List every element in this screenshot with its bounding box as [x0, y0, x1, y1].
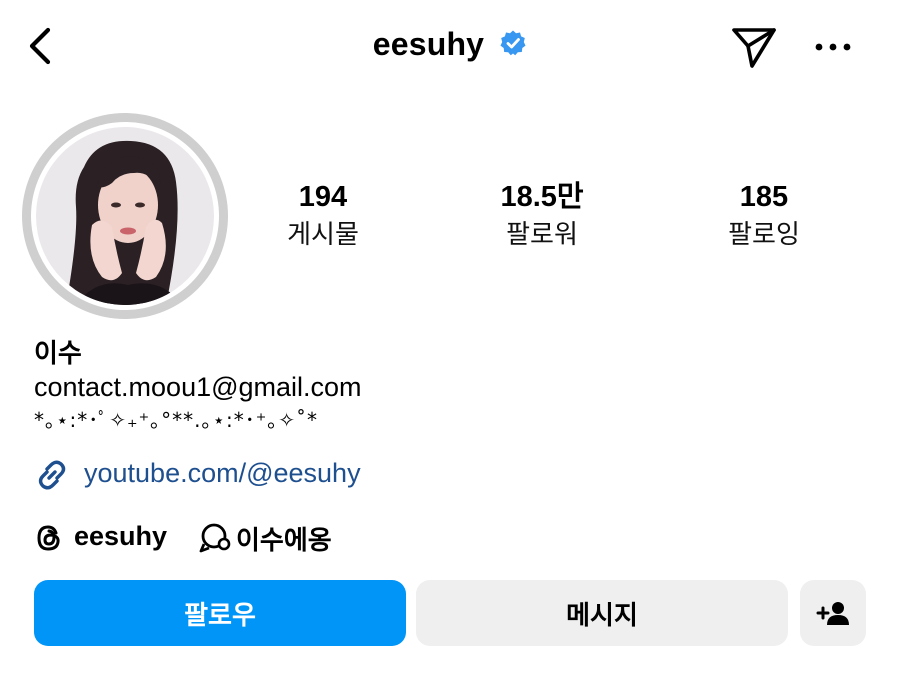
followers-count: 18.5만 — [500, 181, 584, 213]
message-button[interactable]: 메시지 — [416, 580, 788, 646]
posts-label: 게시물 — [287, 220, 359, 250]
following-label: 팔로잉 — [728, 220, 800, 250]
stat-following[interactable]: 185 팔로잉 — [674, 180, 854, 252]
threads-handle[interactable]: eesuhy — [74, 521, 167, 552]
paper-plane-icon — [732, 28, 776, 68]
bio-link[interactable]: youtube.com/@eesuhy — [84, 458, 361, 489]
add-person-icon — [816, 602, 849, 625]
more-options-button[interactable] — [812, 30, 856, 64]
avatar-photo — [36, 127, 214, 305]
profile-username: eesuhy — [372, 26, 485, 62]
share-profile-button[interactable] — [728, 22, 780, 72]
channel-name[interactable]: 이수에옹 — [236, 520, 332, 557]
stat-posts[interactable]: 194 게시물 — [233, 180, 413, 252]
profile-name: 이수 — [34, 339, 82, 369]
stat-followers[interactable]: 18.5만 팔로워 — [452, 180, 632, 252]
broadcast-channel-icon — [198, 522, 232, 554]
bio-decoration: *｡⋆:*･ﾟ✧₊⁺｡°**.｡⋆:*･⁺｡✧˚* — [34, 408, 319, 432]
bio-email: contact.moou1@gmail.com — [34, 372, 362, 402]
suggested-accounts-button[interactable] — [800, 580, 866, 646]
following-count: 185 — [739, 181, 789, 213]
link-icon — [34, 458, 70, 492]
posts-count: 194 — [298, 181, 348, 213]
threads-icon — [34, 522, 64, 554]
verified-badge-icon — [499, 29, 527, 57]
profile-avatar[interactable] — [36, 127, 214, 305]
more-horizontal-icon — [815, 43, 851, 51]
follow-button[interactable]: 팔로우 — [34, 580, 406, 646]
followers-label: 팔로워 — [506, 220, 578, 250]
